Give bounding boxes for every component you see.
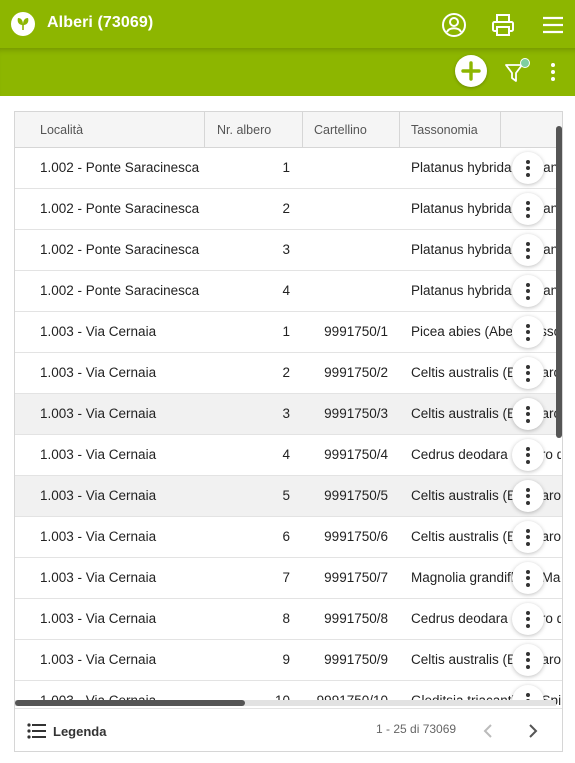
more-vertical-icon[interactable] [545,60,561,84]
cell-nr-albero: 1 [282,324,290,339]
cell-nr-albero: 4 [282,447,290,462]
table-row[interactable]: 1.003 - Via Cernaia 5 9991750/5 Celtis aust… [15,476,562,517]
pagination-info: 1 - 25 di 73069 [376,722,457,736]
cell-cartellino: 9991750/6 [324,529,388,544]
cell-cartellino: 9991750/2 [324,365,388,380]
row-actions-button[interactable] [512,439,544,471]
cell-cartellino [302,271,388,311]
table-row[interactable]: 1.003 - Via Cernaia 8 9991750/8 Cedrus deod… [15,599,562,640]
cell-nr-albero: 7 [282,570,290,585]
table-row[interactable]: 1.003 - Via Cernaia 4 9991750/4 Cedrus deod… [15,435,562,476]
cell-localita: 1.003 - Via Cernaia [40,570,157,585]
row-actions-button[interactable] [512,357,544,389]
cell-cartellino: 9991750/5 [324,488,388,503]
cell-cartellino: 9991750/7 [324,570,388,585]
cell-localita: 1.003 - Via Cernaia [40,406,157,421]
grid-body: 1.002 - Ponte Saracinesca 1 Platanus hybri… [15,148,562,706]
column-header-nr-albero[interactable]: Nr. albero [205,112,303,148]
grid-header: Località Nr. albero Cartellino Tassonomi… [15,112,562,148]
cell-localita: 1.003 - Via Cernaia [40,652,157,667]
cell-nr-albero: 8 [282,611,290,626]
table-row[interactable]: 1.003 - Via Cernaia 9 9991750/9 Celtis aust… [15,640,562,681]
row-actions-button[interactable] [512,480,544,512]
cell-cartellino [302,189,388,229]
table-row[interactable]: 1.002 - Ponte Saracinesca 2 Platanus hybri… [15,189,562,230]
column-header-localita[interactable]: Località [15,112,205,148]
cell-cartellino: 9991750/4 [324,447,388,462]
table-row[interactable]: 1.002 - Ponte Saracinesca 3 Platanus hybri… [15,230,562,271]
legend-label: Legenda [53,723,107,739]
row-actions-button[interactable] [512,152,544,184]
plus-icon [461,61,481,81]
row-actions-button[interactable] [512,398,544,430]
cell-localita: 1.002 - Ponte Saracinesca [40,242,200,257]
cell-localita: 1.003 - Via Cernaia [40,529,157,544]
cell-cartellino: 9991750/9 [324,652,388,667]
row-actions-button[interactable] [512,275,544,307]
page-title: Alberi (73069) [47,14,154,31]
cell-nr-albero: 5 [282,488,290,503]
cell-cartellino: 9991750/8 [324,611,388,626]
cell-cartellino: 9991750/3 [324,406,388,421]
list-icon [27,723,46,739]
data-grid: Località Nr. albero Cartellino Tassonomi… [14,111,563,752]
cell-nr-albero: 9 [282,652,290,667]
menu-icon[interactable] [539,11,567,39]
cell-localita: 1.003 - Via Cernaia [40,488,157,503]
cell-cartellino [302,230,388,270]
row-actions-button[interactable] [512,193,544,225]
cell-nr-albero: 3 [282,406,290,421]
cell-localita: 1.003 - Via Cernaia [40,324,157,339]
row-actions-button[interactable] [512,521,544,553]
row-actions-button[interactable] [512,644,544,676]
cell-localita: 1.003 - Via Cernaia [40,611,157,626]
column-header-tassonomia[interactable]: Tassonomia [400,112,501,148]
chevron-left-icon[interactable] [476,719,500,743]
cell-nr-albero: 4 [282,283,290,298]
table-row[interactable]: 1.003 - Via Cernaia 2 9991750/2 Celtis aust… [15,353,562,394]
printer-icon[interactable] [489,11,517,39]
cell-nr-albero: 6 [282,529,290,544]
leaf-logo-icon[interactable] [11,12,35,36]
cell-cartellino [302,148,388,188]
cell-cartellino: 9991750/1 [324,324,388,339]
row-actions-button[interactable] [512,603,544,635]
row-actions-button[interactable] [512,234,544,266]
chevron-right-icon[interactable] [521,719,545,743]
table-row[interactable]: 1.003 - Via Cernaia 3 9991750/3 Celtis aust… [15,394,562,435]
legend-button[interactable]: Legenda [27,717,106,745]
table-row[interactable]: 1.003 - Via Cernaia 1 9991750/1 Picea abies… [15,312,562,353]
app-header: Alberi (73069) [0,0,575,48]
table-row[interactable]: 1.002 - Ponte Saracinesca 1 Platanus hybri… [15,148,562,189]
grid-footer: Legenda 1 - 25 di 73069 [15,708,562,751]
cell-nr-albero: 2 [282,201,290,216]
horizontal-scrollbar-thumb[interactable] [15,700,245,706]
cell-localita: 1.003 - Via Cernaia [40,447,157,462]
cell-localita: 1.002 - Ponte Saracinesca [40,160,200,175]
user-icon[interactable] [440,11,468,39]
cell-localita: 1.003 - Via Cernaia [40,365,157,380]
cell-nr-albero: 1 [282,160,290,175]
column-header-cartellino[interactable]: Cartellino [303,112,400,148]
table-row[interactable]: 1.003 - Via Cernaia 6 9991750/6 Celtis aust… [15,517,562,558]
vertical-scrollbar-thumb[interactable] [556,126,562,438]
cell-nr-albero: 2 [282,365,290,380]
row-actions-button[interactable] [512,562,544,594]
table-row[interactable]: 1.003 - Via Cernaia 7 9991750/7 Magnolia gr… [15,558,562,599]
table-row[interactable]: 1.002 - Ponte Saracinesca 4 Platanus hybri… [15,271,562,312]
add-button[interactable] [455,55,487,87]
filter-button[interactable] [503,58,531,84]
toolbar [0,48,575,96]
cell-localita: 1.002 - Ponte Saracinesca [40,283,200,298]
row-actions-button[interactable] [512,316,544,348]
filter-active-badge [520,58,530,68]
cell-localita: 1.002 - Ponte Saracinesca [40,201,200,216]
cell-nr-albero: 3 [282,242,290,257]
